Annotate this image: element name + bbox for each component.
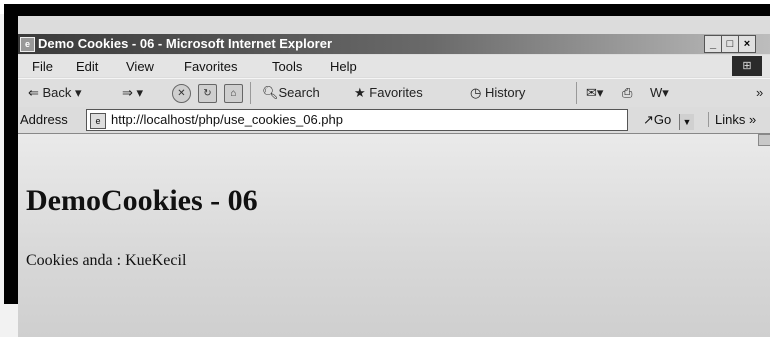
address-label: Address bbox=[20, 112, 68, 127]
close-button[interactable]: × bbox=[738, 35, 756, 53]
address-input[interactable]: e http://localhost/php/use_cookies_06.ph… bbox=[86, 109, 694, 131]
menu-favorites[interactable]: Favorites bbox=[184, 59, 237, 74]
favorites-label: Favorites bbox=[369, 85, 423, 100]
back-arrow-icon: ⇐ bbox=[28, 85, 43, 100]
back-button[interactable]: ⇐ Back ▾ bbox=[28, 85, 82, 101]
menu-bar: File Edit View Favorites Tools Help ⊞ bbox=[18, 55, 770, 77]
mail-icon: ✉▾ bbox=[586, 85, 604, 100]
stop-icon[interactable]: ✕ bbox=[172, 84, 191, 103]
ie-logo-icon: e bbox=[20, 37, 35, 52]
address-url: http://localhost/php/use_cookies_06.php bbox=[111, 112, 344, 127]
menu-edit[interactable]: Edit bbox=[76, 59, 98, 74]
page-content: DemoCookies - 06 Cookies anda : KueKecil bbox=[18, 134, 770, 337]
go-arrow-icon: ↗ bbox=[643, 112, 654, 127]
history-button[interactable]: ◷ History bbox=[470, 85, 525, 101]
forward-arrow-icon: ⇒ ▾ bbox=[122, 85, 144, 100]
menu-file[interactable]: File bbox=[32, 59, 53, 74]
cookie-text: Cookies anda : KueKecil bbox=[26, 252, 187, 269]
minimize-button[interactable]: _ bbox=[704, 35, 722, 53]
print-icon: ⎙ bbox=[622, 85, 633, 100]
windows-logo-icon: ⊞ bbox=[732, 56, 762, 76]
go-button[interactable]: ↗Go bbox=[643, 112, 671, 128]
chevron-down-icon: ▾ bbox=[71, 85, 82, 100]
refresh-icon[interactable]: ↻ bbox=[198, 84, 217, 103]
search-button[interactable]: 🔍︎Search bbox=[262, 85, 320, 101]
links-overflow: » bbox=[748, 112, 757, 127]
mail-button[interactable]: ✉▾ bbox=[586, 85, 603, 101]
page-icon: e bbox=[90, 113, 106, 129]
toolbar-separator bbox=[250, 82, 251, 104]
toolbar: ⇐ Back ▾ ⇒ ▾ ✕ ↻ ⌂ 🔍︎Search ★ Favorites … bbox=[18, 78, 770, 108]
favorites-button[interactable]: ★ Favorites bbox=[354, 85, 423, 101]
history-label: History bbox=[484, 85, 526, 100]
menu-tools[interactable]: Tools bbox=[272, 59, 302, 74]
menu-view[interactable]: View bbox=[126, 59, 154, 74]
print-button[interactable]: ⎙ bbox=[622, 85, 632, 101]
address-bar: Address e http://localhost/php/use_cooki… bbox=[18, 107, 770, 134]
menu-help[interactable]: Help bbox=[330, 59, 357, 74]
word-icon: W▾ bbox=[650, 85, 669, 100]
forward-button[interactable]: ⇒ ▾ bbox=[122, 85, 143, 101]
links-label: Links bbox=[715, 112, 746, 127]
page-heading: DemoCookies - 06 bbox=[26, 184, 258, 217]
scrollbar-up-arrow[interactable] bbox=[758, 134, 770, 146]
maximize-button[interactable]: □ bbox=[721, 35, 739, 53]
history-icon: ◷ bbox=[470, 85, 485, 100]
back-label: Back bbox=[42, 85, 72, 100]
edit-button[interactable]: W▾ bbox=[650, 85, 669, 101]
go-label: Go bbox=[653, 112, 672, 127]
address-dropdown-icon[interactable]: ▼ bbox=[679, 114, 694, 130]
title-bar[interactable]: e Demo Cookies - 06 - Microsoft Internet… bbox=[18, 34, 770, 54]
home-icon[interactable]: ⌂ bbox=[224, 84, 243, 103]
links-button[interactable]: Links » bbox=[708, 112, 756, 127]
photo-border-left bbox=[4, 4, 18, 304]
favorites-icon: ★ bbox=[354, 85, 370, 100]
search-icon: 🔍︎ bbox=[262, 85, 279, 100]
search-label: Search bbox=[278, 85, 320, 100]
browser-window: e Demo Cookies - 06 - Microsoft Internet… bbox=[18, 16, 770, 337]
toolbar-overflow[interactable]: » bbox=[756, 85, 763, 100]
photo-border-black bbox=[4, 4, 770, 16]
toolbar-separator bbox=[576, 82, 577, 104]
window-title: Demo Cookies - 06 - Microsoft Internet E… bbox=[38, 36, 333, 51]
